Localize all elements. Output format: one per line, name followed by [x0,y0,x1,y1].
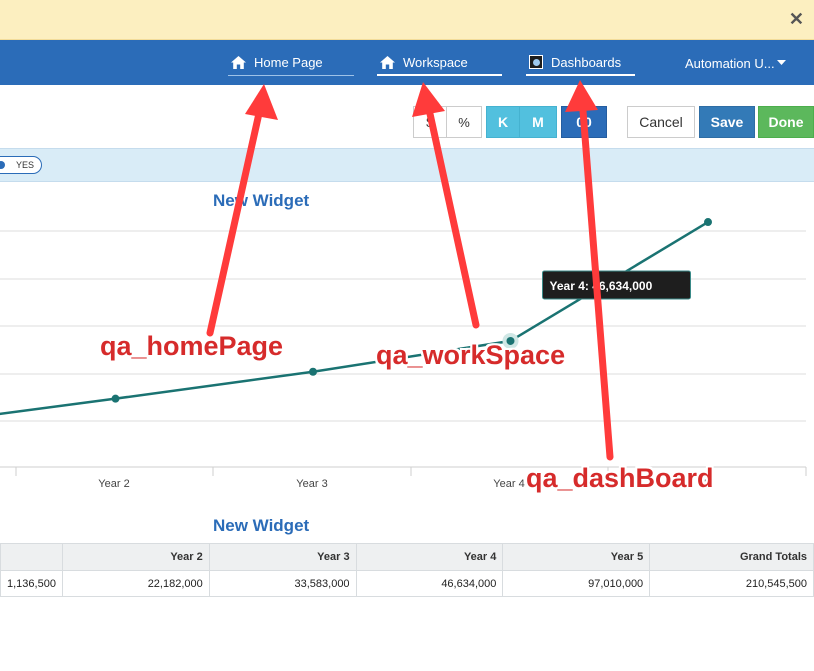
data-table: Year 2 Year 3 Year 4 Year 5 Grand Totals… [0,543,814,597]
chart-series-line [0,220,709,416]
table-cell: 97,010,000 [502,570,651,597]
nav-home-page[interactable]: Home Page [228,50,354,76]
cancel-button[interactable]: Cancel [627,106,695,138]
table-cell: 33,583,000 [208,570,357,597]
table-cell: 46,634,000 [355,570,504,597]
thousands-scale-button[interactable]: K [486,106,520,138]
table-cell: 22,182,000 [61,570,210,597]
chart-x-tick-label: Year 2 [98,478,129,490]
nav-workspace-label: Workspace [403,54,468,70]
save-button[interactable]: Save [699,106,755,138]
filter-strip: YES [0,148,814,182]
currency-format-button[interactable]: $ [413,106,447,138]
millions-scale-button[interactable]: M [519,106,557,138]
nav-dashboards[interactable]: Dashboards [526,50,635,76]
close-icon[interactable]: ✕ [789,9,804,30]
table-header-cell-blank [0,543,63,571]
chart-point [111,394,120,403]
chart-tooltip-text: Year 4: 46,634,000 [550,279,653,293]
nav-workspace[interactable]: Workspace [377,50,502,76]
table-row: 1,136,500 22,182,000 33,583,000 46,634,0… [0,570,814,597]
nav-user-label: Automation U... [685,55,775,71]
toggle-label: YES [16,160,35,170]
table-header-cell: Year 5 [502,543,651,571]
toggle-knob [0,161,5,169]
chart-point [704,218,712,227]
percent-format-button[interactable]: % [446,106,482,138]
nav-home-page-label: Home Page [254,55,323,70]
home-icon [231,56,246,69]
done-button[interactable]: Done [758,106,814,138]
table-cell: 210,545,500 [649,570,814,597]
table-header-cell: Year 4 [355,543,504,571]
annotation-label-workspace: qa_workSpace [376,340,566,370]
annotation-label-home: qa_homePage [100,331,284,361]
table-widget-title: New Widget [213,516,310,535]
table-header-cell: Grand Totals [649,543,814,571]
dashboard-icon [529,55,543,69]
notification-banner: ✕ [0,0,814,40]
top-nav-bar: Home Page Workspace Dashboards Automatio… [0,40,814,85]
nav-user-menu[interactable]: Automation U... [682,50,792,76]
yes-toggle[interactable]: YES [0,156,42,174]
nav-dashboards-label: Dashboards [551,54,622,70]
annotation-label-dashboard: qa_dashBoard [526,463,714,493]
table-header-cell: Year 2 [61,543,210,571]
chart-x-tick-label: Year 4 [493,478,524,490]
table-header-cell: Year 3 [208,543,357,571]
zeros-scale-button[interactable]: 00 [561,106,607,138]
chart-x-tick-label: Year 3 [296,478,327,490]
table-cell: 1,136,500 [0,570,63,597]
home-icon [380,55,395,69]
caret-down-icon [776,60,786,65]
chart-point [309,367,317,376]
table-header-row: Year 2 Year 3 Year 4 Year 5 Grand Totals [0,543,814,571]
